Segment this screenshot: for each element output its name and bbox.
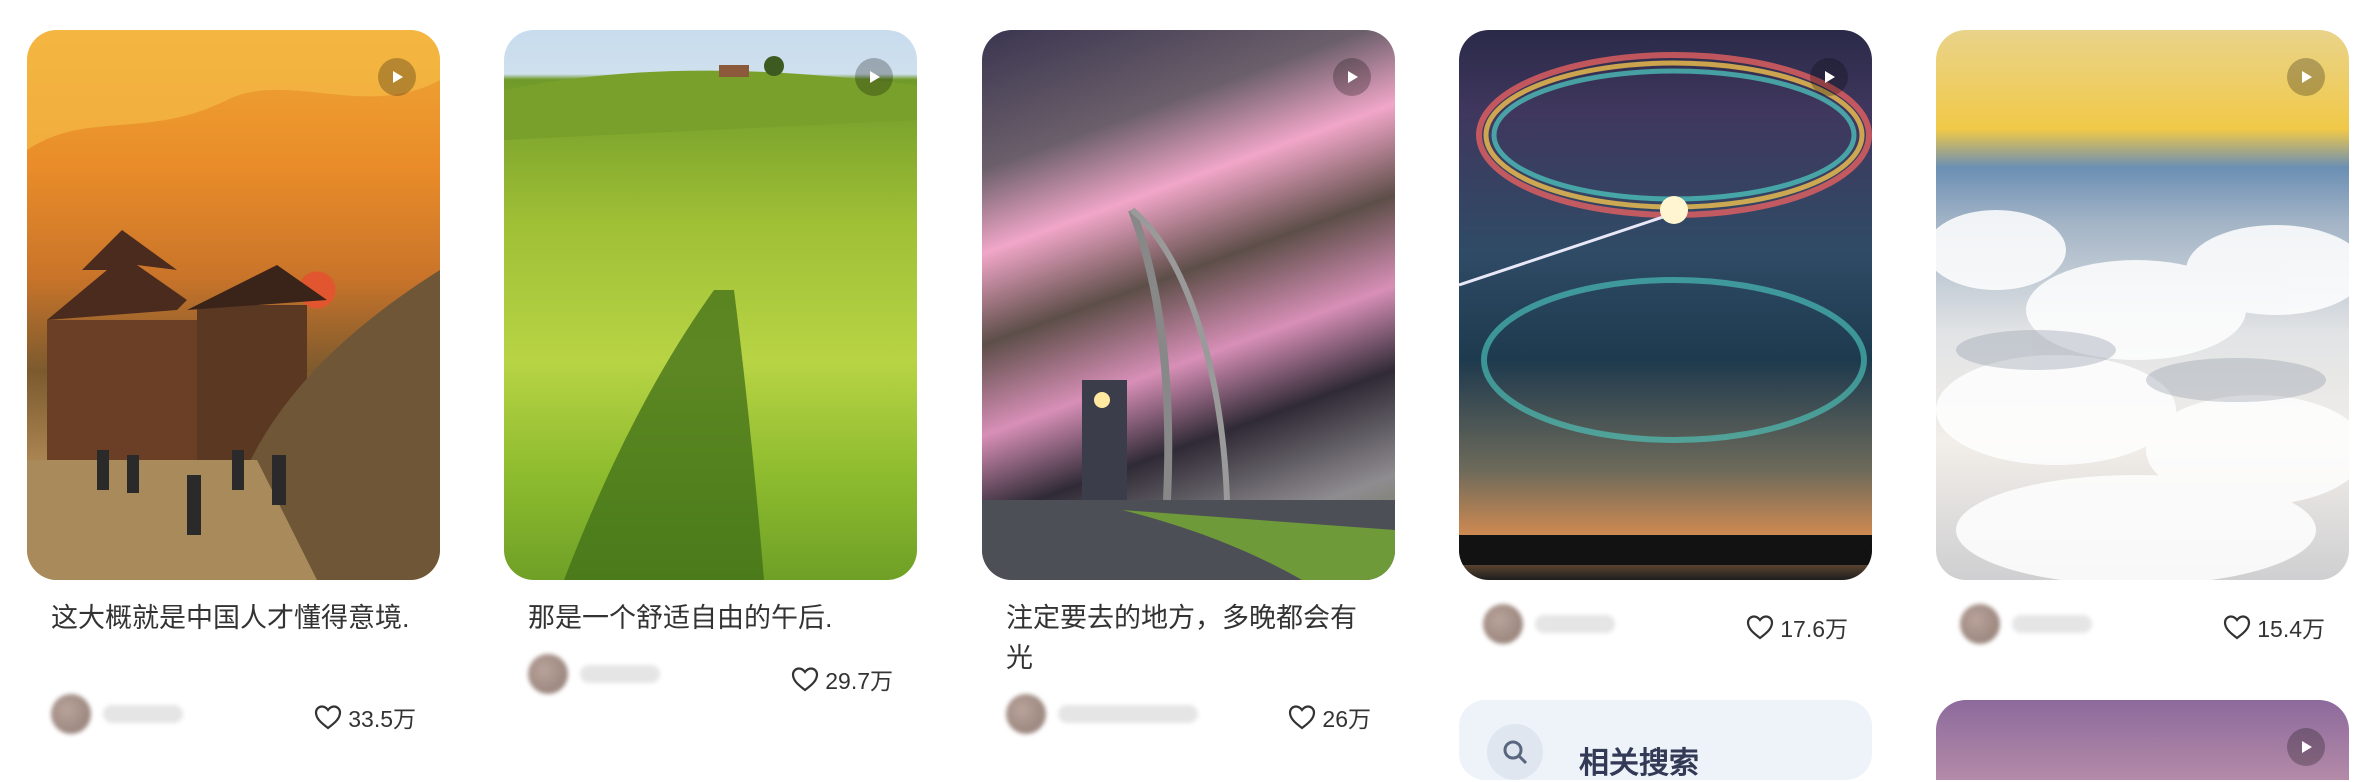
card-cover-image[interactable]: [504, 30, 917, 580]
like-count: 29.7万: [825, 668, 893, 694]
avatar[interactable]: [51, 694, 91, 734]
like-count: 33.5万: [348, 706, 416, 732]
heart-icon: [792, 667, 819, 692]
heart-icon: [1747, 615, 1774, 640]
author[interactable]: [51, 694, 183, 734]
author[interactable]: [528, 654, 660, 694]
author[interactable]: [1006, 694, 1198, 734]
like-button[interactable]: 29.7万: [791, 662, 893, 696]
landscape-illustration: [1936, 210, 2349, 580]
avatar[interactable]: [528, 654, 568, 694]
landscape-illustration: [982, 207, 1395, 580]
landscape-illustration: [504, 56, 917, 580]
related-search-label: 相关搜索: [1579, 747, 1699, 780]
landscape-illustration: [1459, 52, 1872, 565]
author-name[interactable]: [1535, 615, 1615, 633]
author-name[interactable]: [2012, 615, 2092, 633]
like-button[interactable]: 15.4万: [2223, 610, 2325, 644]
avatar[interactable]: [1483, 604, 1523, 644]
like-button[interactable]: 33.5万: [314, 700, 416, 734]
author-name[interactable]: [103, 705, 183, 723]
like-button[interactable]: 17.6万: [1746, 610, 1848, 644]
heart-icon: [315, 705, 342, 730]
like-count: 17.6万: [1780, 616, 1848, 642]
author[interactable]: [1960, 604, 2092, 644]
related-search-card[interactable]: 相关搜索: [1459, 700, 1872, 780]
card-title[interactable]: 注定要去的地方，多晚都会有光: [1006, 598, 1376, 678]
avatar[interactable]: [1960, 604, 2000, 644]
play-icon[interactable]: [855, 58, 893, 96]
author-name[interactable]: [580, 665, 660, 683]
author[interactable]: [1483, 604, 1615, 644]
avatar[interactable]: [1006, 694, 1046, 734]
heart-icon: [1289, 705, 1316, 730]
play-icon[interactable]: [2287, 728, 2325, 766]
like-count: 26万: [1322, 706, 1371, 732]
like-count: 15.4万: [2257, 616, 2325, 642]
play-icon[interactable]: [378, 58, 416, 96]
like-button[interactable]: 26万: [1288, 700, 1371, 734]
next-card-cover-image[interactable]: [1936, 700, 2349, 780]
play-icon[interactable]: [1333, 58, 1371, 96]
card-cover-image[interactable]: [1459, 30, 1872, 580]
play-icon[interactable]: [2287, 58, 2325, 96]
card-cover-image[interactable]: [1936, 30, 2349, 580]
landscape-illustration: [27, 30, 440, 580]
card-title[interactable]: 那是一个舒适自由的午后.: [528, 598, 898, 638]
search-icon: [1487, 724, 1543, 780]
author-name[interactable]: [1058, 705, 1198, 723]
card-cover-image[interactable]: [27, 30, 440, 580]
play-icon[interactable]: [1810, 58, 1848, 96]
card-cover-image[interactable]: [982, 30, 1395, 580]
card-title[interactable]: 这大概就是中国人才懂得意境.: [51, 598, 421, 638]
heart-icon: [2224, 615, 2251, 640]
